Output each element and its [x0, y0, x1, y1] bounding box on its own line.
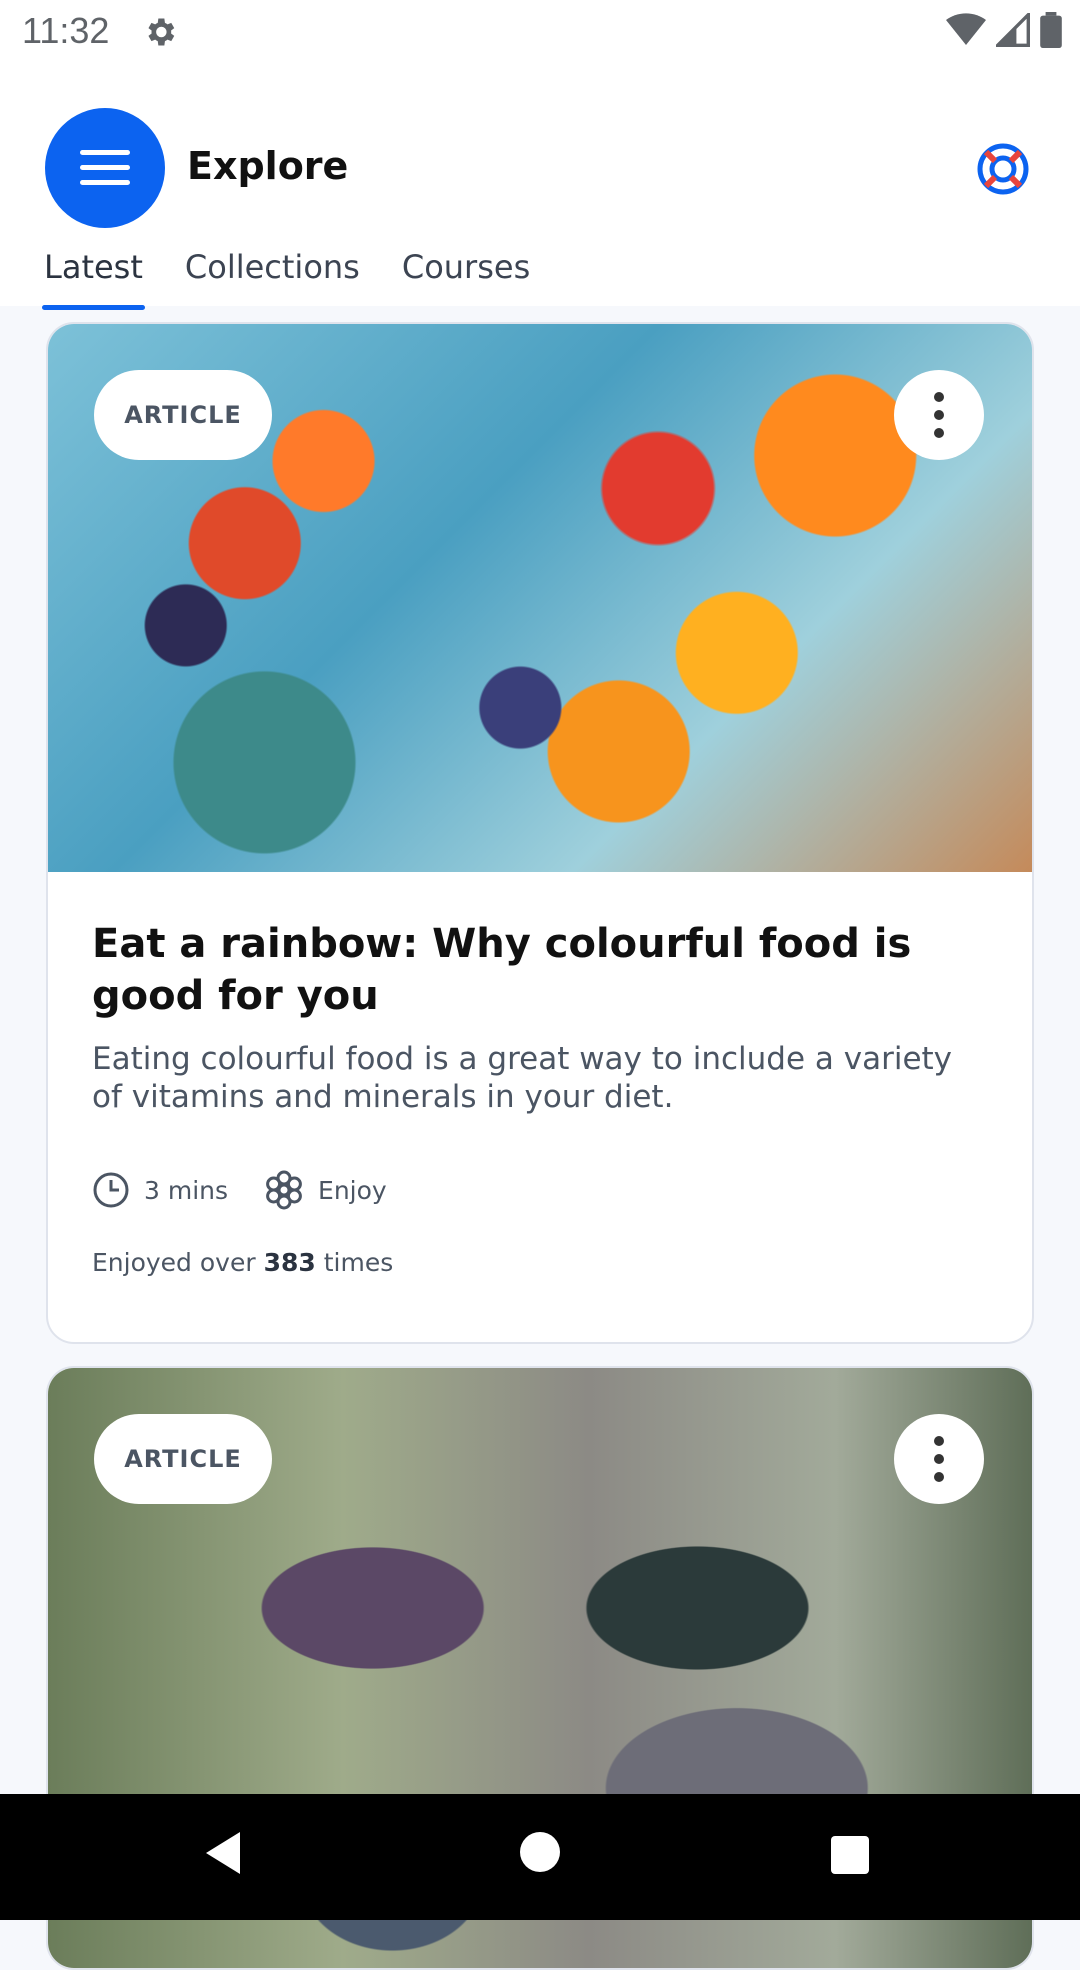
system-nav-bar: [0, 1794, 1080, 1920]
more-vertical-icon: [934, 392, 944, 438]
menu-button[interactable]: [45, 108, 165, 228]
status-time: 11:32: [22, 10, 110, 51]
enjoyed-suffix: times: [323, 1248, 394, 1277]
enjoyed-prefix: Enjoyed over: [92, 1248, 256, 1277]
article-meta: 3 mins Enjoy: [92, 1170, 405, 1210]
more-options-button[interactable]: [894, 1414, 984, 1504]
app-header: Explore Latest Collections Courses: [0, 62, 1080, 310]
lifebuoy-icon[interactable]: [976, 142, 1030, 196]
clock-icon: [93, 1172, 129, 1208]
tab-collections[interactable]: Collections: [183, 248, 362, 306]
signal-icon: [996, 13, 1030, 47]
battery-icon: [1040, 12, 1062, 48]
article-badge: ARTICLE: [94, 1414, 272, 1504]
more-vertical-icon: [934, 1436, 944, 1482]
tab-bar: Latest Collections Courses: [42, 248, 532, 310]
recents-icon[interactable]: [831, 1836, 869, 1874]
category: Enjoy: [264, 1170, 387, 1210]
hamburger-icon: [80, 150, 130, 185]
article-badge: ARTICLE: [94, 370, 272, 460]
enjoyed-count: Enjoyed over 383 times: [92, 1248, 393, 1277]
duration-label: 3 mins: [144, 1175, 229, 1205]
flower-icon: [266, 1170, 302, 1210]
category-label: Enjoy: [318, 1175, 387, 1205]
wifi-icon: [946, 13, 986, 46]
article-description: Eating colourful food is a great way to …: [92, 1041, 953, 1115]
article-card[interactable]: ARTICLE Eat a rainbow: Why colourful foo…: [46, 322, 1034, 1344]
tab-courses[interactable]: Courses: [400, 248, 532, 306]
status-icons: [946, 12, 1062, 48]
duration: 3 mins: [92, 1171, 228, 1209]
status-bar: 11:32: [0, 0, 1080, 62]
article-title: Eat a rainbow: Why colourful food is goo…: [92, 921, 912, 1019]
tab-latest[interactable]: Latest: [42, 248, 145, 310]
page-title: Explore: [187, 144, 349, 188]
settings-gear-icon: [148, 18, 175, 46]
home-icon[interactable]: [520, 1832, 560, 1872]
enjoyed-number: 383: [263, 1248, 316, 1277]
back-icon[interactable]: [204, 1830, 244, 1876]
more-options-button[interactable]: [894, 370, 984, 460]
